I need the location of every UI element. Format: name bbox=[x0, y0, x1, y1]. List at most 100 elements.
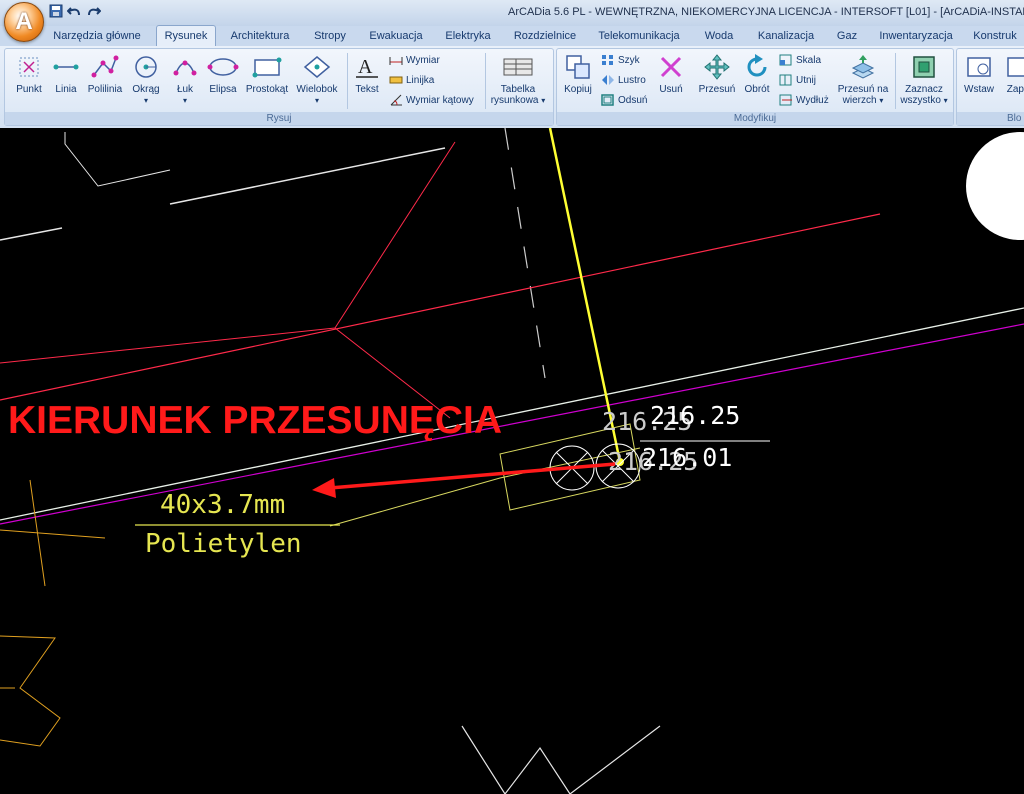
wall-line bbox=[64, 132, 171, 187]
direction-arrow-head bbox=[312, 478, 336, 498]
przesun-button[interactable]: Przesuń bbox=[695, 53, 739, 95]
insert-block-icon bbox=[967, 57, 991, 77]
tabelka-rysunkowa-button[interactable]: Tabelka rysunkowa ▾ bbox=[487, 53, 549, 106]
obrot-label: Obrót bbox=[744, 84, 770, 95]
linijka-label: Linijka bbox=[406, 75, 435, 86]
dimension-icon bbox=[389, 57, 403, 66]
tab-woda[interactable]: Woda bbox=[694, 26, 744, 46]
red-line bbox=[334, 141, 456, 419]
odsun-button[interactable]: Odsuń bbox=[601, 93, 647, 109]
offset-icon bbox=[601, 94, 614, 107]
wydluz-button[interactable]: Wydłuż bbox=[779, 93, 829, 109]
okrag-button[interactable]: Okrąg ▾ bbox=[127, 53, 165, 106]
elipsa-label: Elipsa bbox=[209, 84, 237, 95]
array-icon bbox=[602, 55, 613, 66]
usun-button[interactable]: Usuń bbox=[653, 53, 689, 95]
zapisz-label: Zapis bbox=[1006, 84, 1024, 95]
skala-label: Skala bbox=[796, 55, 822, 66]
angular-dimension-icon bbox=[390, 95, 402, 106]
prostokat-label: Prostokąt bbox=[245, 84, 289, 95]
tab-kanalizacja[interactable]: Kanalizacja bbox=[751, 26, 821, 46]
tab-konstrukcje[interactable]: Konstruk bbox=[966, 26, 1024, 46]
tab-inwentaryzacja[interactable]: Inwentaryzacja bbox=[873, 26, 959, 46]
przesun-na-label-2: wierzch bbox=[842, 95, 877, 106]
obrot-button[interactable]: Obrót bbox=[739, 53, 775, 95]
redo-icon[interactable] bbox=[86, 4, 102, 20]
separator bbox=[895, 53, 896, 109]
usun-label: Usuń bbox=[659, 84, 683, 95]
skala-button[interactable]: Skala bbox=[779, 53, 821, 69]
group-rysuj: Punkt Linia Polilinia Okrąg ▾ Łuk ▾ Elipsa… bbox=[4, 48, 554, 126]
group-caption-rysuj: Rysuj bbox=[5, 112, 553, 125]
pipe-material-label: Polietylen bbox=[145, 529, 302, 559]
kopiuj-label: Kopiuj bbox=[564, 84, 592, 95]
text-icon: A bbox=[356, 56, 378, 78]
prostokat-button[interactable]: Prostokąt bbox=[243, 53, 291, 95]
linijka-button[interactable]: Linijka bbox=[389, 73, 434, 89]
kierunek-przesuniecia-annotation: KIERUNEK PRZESUNĘCIA bbox=[8, 399, 502, 442]
wall-line bbox=[461, 725, 661, 794]
tab-rysunek[interactable]: Rysunek bbox=[156, 25, 216, 47]
wymiar-katowy-label: Wymiar kątowy bbox=[406, 95, 474, 106]
cad-drawing[interactable]: 216.25 216.25 216.25 216.01 40x3.7mm Pol… bbox=[0, 128, 1024, 794]
tab-narzedzia-glowne[interactable]: Narzędzia główne bbox=[44, 26, 150, 46]
extend-icon bbox=[779, 94, 792, 106]
line-icon bbox=[53, 64, 79, 70]
app-menu-button[interactable]: A bbox=[4, 2, 44, 42]
utnij-label: Utnij bbox=[796, 75, 817, 86]
polilinia-button[interactable]: Polilinia bbox=[85, 53, 125, 95]
elevation-labels: 216.25 216.25 216.25 216.01 bbox=[602, 401, 740, 476]
title-bar: A ArCADia 5.6 PL - WEWNĘTRZNA, NIEKOMERC… bbox=[0, 0, 1024, 42]
utnij-button[interactable]: Utnij bbox=[779, 73, 816, 89]
przesun-na-wierzch-button[interactable]: Przesuń na wierzch ▾ bbox=[833, 53, 893, 106]
group-caption-modyfikuj: Modyfikuj bbox=[557, 112, 953, 125]
punkt-label: Punkt bbox=[16, 84, 42, 95]
zapisz-blok-button[interactable]: Zapis bbox=[999, 53, 1024, 95]
luk-button[interactable]: Łuk ▾ bbox=[167, 53, 203, 106]
tabelka-label-2: rysunkowa bbox=[490, 95, 539, 106]
wall-line bbox=[0, 227, 63, 241]
polygon-icon bbox=[303, 56, 331, 78]
tekst-label: Tekst bbox=[355, 84, 379, 95]
tab-architektura[interactable]: Architektura bbox=[222, 26, 298, 46]
przesun-label: Przesuń bbox=[698, 84, 736, 95]
wielobok-button[interactable]: Wielobok ▾ bbox=[293, 53, 341, 106]
tab-gaz[interactable]: Gaz bbox=[828, 26, 866, 46]
przesun-na-label-1: Przesuń na bbox=[837, 84, 889, 95]
luk-label: Łuk bbox=[176, 84, 194, 95]
delete-icon bbox=[660, 56, 682, 78]
tab-ewakuacja[interactable]: Ewakuacja bbox=[362, 26, 430, 46]
window-title: ArCADia 5.6 PL - WEWNĘTRZNA, NIEKOMERCYJ… bbox=[508, 6, 1024, 18]
scale-icon bbox=[779, 54, 792, 66]
drawing-canvas[interactable]: 216.25 216.25 216.25 216.01 40x3.7mm Pol… bbox=[0, 128, 1024, 794]
tekst-button[interactable]: A Tekst bbox=[351, 53, 383, 95]
ribbon: Punkt Linia Polilinia Okrąg ▾ Łuk ▾ Elipsa… bbox=[0, 46, 1024, 129]
lustro-button[interactable]: Lustro bbox=[601, 73, 646, 89]
tab-telekomunikacja[interactable]: Telekomunikacja bbox=[591, 26, 687, 46]
elevation-label: 216.01 bbox=[642, 443, 732, 472]
trim-icon bbox=[779, 74, 792, 86]
elipsa-button[interactable]: Elipsa bbox=[203, 53, 243, 95]
linia-button[interactable]: Linia bbox=[49, 53, 83, 95]
group-bloki: Wstaw Zapis Blo bbox=[956, 48, 1024, 126]
szyk-label: Szyk bbox=[618, 55, 640, 66]
separator bbox=[485, 53, 486, 109]
odsun-label: Odsuń bbox=[618, 95, 648, 106]
tab-elektryka[interactable]: Elektryka bbox=[437, 26, 499, 46]
wielobok-label: Wielobok bbox=[296, 84, 338, 95]
zaznacz-label-2: wszystko bbox=[900, 95, 941, 106]
kopiuj-button[interactable]: Kopiuj bbox=[559, 53, 597, 95]
wymiar-katowy-button[interactable]: Wymiar kątowy bbox=[389, 93, 474, 109]
save-icon[interactable] bbox=[48, 4, 64, 20]
wymiar-button[interactable]: Wymiar bbox=[389, 53, 440, 69]
punkt-button[interactable]: Punkt bbox=[9, 53, 49, 95]
undo-icon[interactable] bbox=[66, 4, 82, 20]
szyk-button[interactable]: Szyk bbox=[601, 53, 640, 69]
wstaw-button[interactable]: Wstaw bbox=[959, 53, 999, 95]
select-all-icon bbox=[913, 56, 935, 78]
wall-line bbox=[169, 147, 446, 205]
tab-rozdzielnice[interactable]: Rozdzielnice bbox=[506, 26, 584, 46]
group-caption-bloki: Blo bbox=[957, 112, 1024, 125]
zaznacz-wszystko-button[interactable]: Zaznacz wszystko ▾ bbox=[897, 53, 951, 106]
tab-stropy[interactable]: Stropy bbox=[305, 26, 355, 46]
